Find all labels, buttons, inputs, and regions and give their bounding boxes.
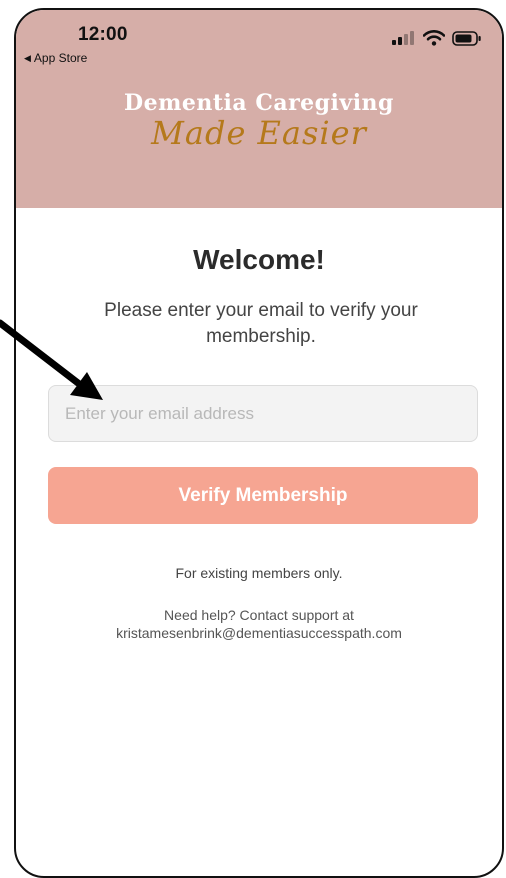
wifi-icon [423,30,445,46]
instruction-text: Please enter your email to verify your m… [104,300,418,347]
back-store-label: App Store [33,51,88,65]
brand-title: Dementia Caregiving [124,90,394,116]
existing-members-note: For existing members only. [175,565,343,581]
app-header: 12:00 ◀ App Store Dementia Caregiving Ma… [16,10,502,208]
help-line: Need help? Contact support at [164,607,354,623]
battery-icon [452,30,481,46]
phone-frame: 12:00 ◀ App Store Dementia Caregiving Ma… [14,8,504,878]
back-to-app-store-link[interactable]: ◀ App Store [24,51,87,65]
back-triangle-icon: ◀ [24,52,31,63]
brand-subtitle: Made Easier [151,114,367,152]
welcome-heading: Welcome! [193,244,325,275]
help-text: Need help? Contact support at kristamese… [16,606,502,642]
email-field[interactable] [48,385,478,442]
support-email-link[interactable]: kristamesenbrink@dementiasuccesspath.com [16,624,502,642]
status-time: 12:00 [78,24,128,45]
cellular-signal-icon [392,31,414,45]
status-icons [392,30,482,46]
verify-membership-button[interactable]: Verify Membership [48,467,478,524]
